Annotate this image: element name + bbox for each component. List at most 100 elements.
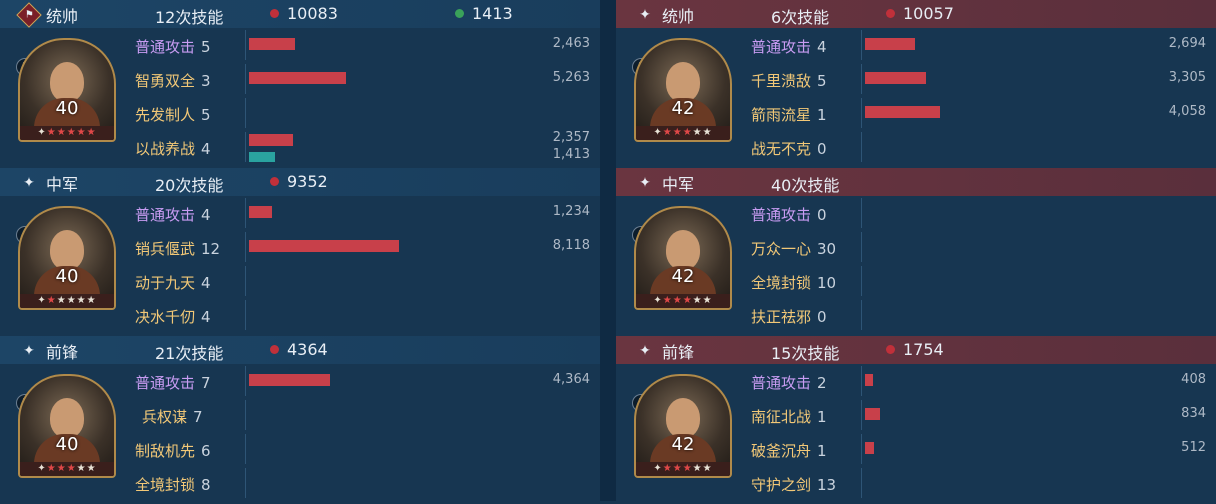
heal-dot-icon — [455, 9, 464, 18]
star-icon: ★ — [672, 127, 683, 138]
role-text: 统帅 — [662, 7, 695, 26]
skill-row[interactable]: 万众一心 30 — [746, 230, 1206, 264]
row-separator — [245, 132, 246, 162]
skill-row[interactable]: 兵权谋 7 — [130, 398, 590, 432]
damage-dot-icon — [270, 177, 279, 186]
general-section: ✦统帅6次技能10057♞42✦★★★★★普通攻击42,694千里溃敌53,30… — [616, 0, 1216, 168]
damage-value: 834 — [1181, 406, 1206, 421]
skill-name-text: 决水千仞 — [135, 308, 196, 326]
skill-row[interactable]: 智勇双全 3 5,263 — [130, 62, 590, 96]
skill-row[interactable]: 动于九天 4 — [130, 264, 590, 298]
star-icon: ★ — [76, 295, 87, 306]
star-icon: ★ — [46, 127, 57, 138]
skill-name-text: 普通攻击 — [135, 374, 196, 392]
damage-bar — [865, 374, 873, 386]
rank-icon: ✦ — [653, 295, 663, 306]
skill-name: 普通攻击 4 — [135, 204, 211, 225]
damage-value: 2,357 — [552, 130, 590, 145]
row-separator — [245, 300, 246, 330]
skill-name-text: 南征北战 — [751, 408, 812, 426]
general-level: 40 — [55, 266, 79, 287]
skill-name-text: 普通攻击 — [751, 38, 812, 56]
role-label: ✦ 中军 — [636, 171, 694, 195]
general-body: ♞42✦★★★★★普通攻击2408南征北战1834破釜沉舟1512守护之剑13 — [616, 364, 1216, 504]
skill-row[interactable]: 普通攻击 4 1,234 — [130, 196, 590, 230]
row-separator — [245, 366, 246, 396]
skill-level: 6 — [201, 442, 211, 460]
general-header: ⚑ 统帅 12次技能 10083 1413 — [0, 0, 600, 28]
skill-row[interactable]: 全境封锁 8 — [130, 466, 590, 500]
damage-value: 2,694 — [1168, 36, 1206, 51]
damage-dot-icon — [270, 345, 279, 354]
skill-row[interactable]: 以战养战 4 2,357 1,413 — [130, 130, 590, 164]
skill-row[interactable]: 普通攻击 7 4,364 — [130, 364, 590, 398]
damage-value: 1754 — [903, 340, 944, 359]
skill-name-text: 动于九天 — [135, 274, 196, 292]
general-portrait[interactable]: 42 ✦★★★★★ — [634, 38, 732, 142]
role-text: 统帅 — [46, 7, 79, 26]
skill-row[interactable]: 战无不克 0 — [746, 130, 1206, 164]
skill-level: 30 — [817, 240, 837, 258]
row-separator — [861, 30, 862, 60]
skill-name-text: 普通攻击 — [751, 206, 812, 224]
skill-name-text: 破釜沉舟 — [751, 442, 812, 460]
general-level: 42 — [671, 266, 695, 287]
star-icon: ★ — [692, 295, 703, 306]
star-rating: ✦★★★★★ — [636, 294, 730, 308]
skill-row[interactable]: 全境封锁 10 — [746, 264, 1206, 298]
general-portrait[interactable]: 42 ✦★★★★★ — [634, 374, 732, 478]
skill-row[interactable]: 箭雨流星 1 4,058 — [746, 96, 1206, 130]
right-team-panel: ✦统帅6次技能10057♞42✦★★★★★普通攻击42,694千里溃敌53,30… — [616, 0, 1216, 504]
skill-level: 13 — [817, 476, 837, 494]
general-section: ✦前锋21次技能4364♞40✦★★★★★普通攻击74,364兵权谋7制敌机先6… — [0, 336, 600, 504]
star-icon: ★ — [702, 295, 713, 306]
row-separator — [245, 400, 246, 430]
portrait-face — [666, 230, 700, 270]
skill-row[interactable]: 扶正祛邪 0 — [746, 298, 1206, 332]
role-text: 前锋 — [662, 343, 695, 362]
damage-bar — [249, 206, 272, 218]
skill-level: 7 — [201, 374, 211, 392]
general-portrait[interactable]: 42 ✦★★★★★ — [634, 206, 732, 310]
skill-row[interactable]: 制敌机先 6 — [130, 432, 590, 466]
row-separator — [245, 232, 246, 262]
general-header: ✦ 统帅 6次技能 10057 — [616, 0, 1216, 28]
skill-level: 4 — [201, 206, 211, 224]
star-icon: ★ — [86, 295, 97, 306]
skill-row[interactable]: 普通攻击 0 — [746, 196, 1206, 230]
damage-value: 10083 — [287, 4, 338, 23]
skill-row[interactable]: 先发制人 5 — [130, 96, 590, 130]
heal-total: 1413 — [455, 4, 513, 23]
star-rating: ✦★★★★★ — [636, 462, 730, 476]
skill-row[interactable]: 普通攻击 4 2,694 — [746, 28, 1206, 62]
skill-row[interactable]: 销兵偃武 12 8,118 — [130, 230, 590, 264]
rank-icon: ✦ — [37, 463, 47, 474]
skill-count: 21次技能 — [155, 344, 224, 363]
skill-level: 0 — [817, 308, 827, 326]
skill-row[interactable]: 南征北战 1 834 — [746, 398, 1206, 432]
skill-row[interactable]: 决水千仞 4 — [130, 298, 590, 332]
skill-row[interactable]: 破釜沉舟 1 512 — [746, 432, 1206, 466]
skill-name: 兵权谋 7 — [142, 406, 203, 427]
star-icon: ★ — [682, 295, 693, 306]
damage-bar — [865, 408, 880, 420]
row-separator — [861, 434, 862, 464]
skill-row[interactable]: 守护之剑 13 — [746, 466, 1206, 500]
skill-name: 普通攻击 2 — [751, 372, 827, 393]
row-separator — [861, 232, 862, 262]
general-portrait[interactable]: 40 ✦★★★★★ — [18, 206, 116, 310]
row-separator — [245, 266, 246, 296]
damage-total: 10057 — [886, 4, 954, 23]
skill-row[interactable]: 普通攻击 2 408 — [746, 364, 1206, 398]
skill-name: 普通攻击 7 — [135, 372, 211, 393]
general-body: ♞42✦★★★★★普通攻击42,694千里溃敌53,305箭雨流星14,058战… — [616, 28, 1216, 168]
skill-row[interactable]: 千里溃敌 5 3,305 — [746, 62, 1206, 96]
portrait-face — [50, 62, 84, 102]
skill-count: 12次技能 — [155, 8, 224, 27]
skill-row[interactable]: 普通攻击 5 2,463 — [130, 28, 590, 62]
row-separator — [861, 366, 862, 396]
row-separator — [861, 98, 862, 128]
general-portrait[interactable]: 40 ✦★★★★★ — [18, 374, 116, 478]
general-portrait[interactable]: 40 ✦★★★★★ — [18, 38, 116, 142]
portrait-face — [666, 398, 700, 438]
